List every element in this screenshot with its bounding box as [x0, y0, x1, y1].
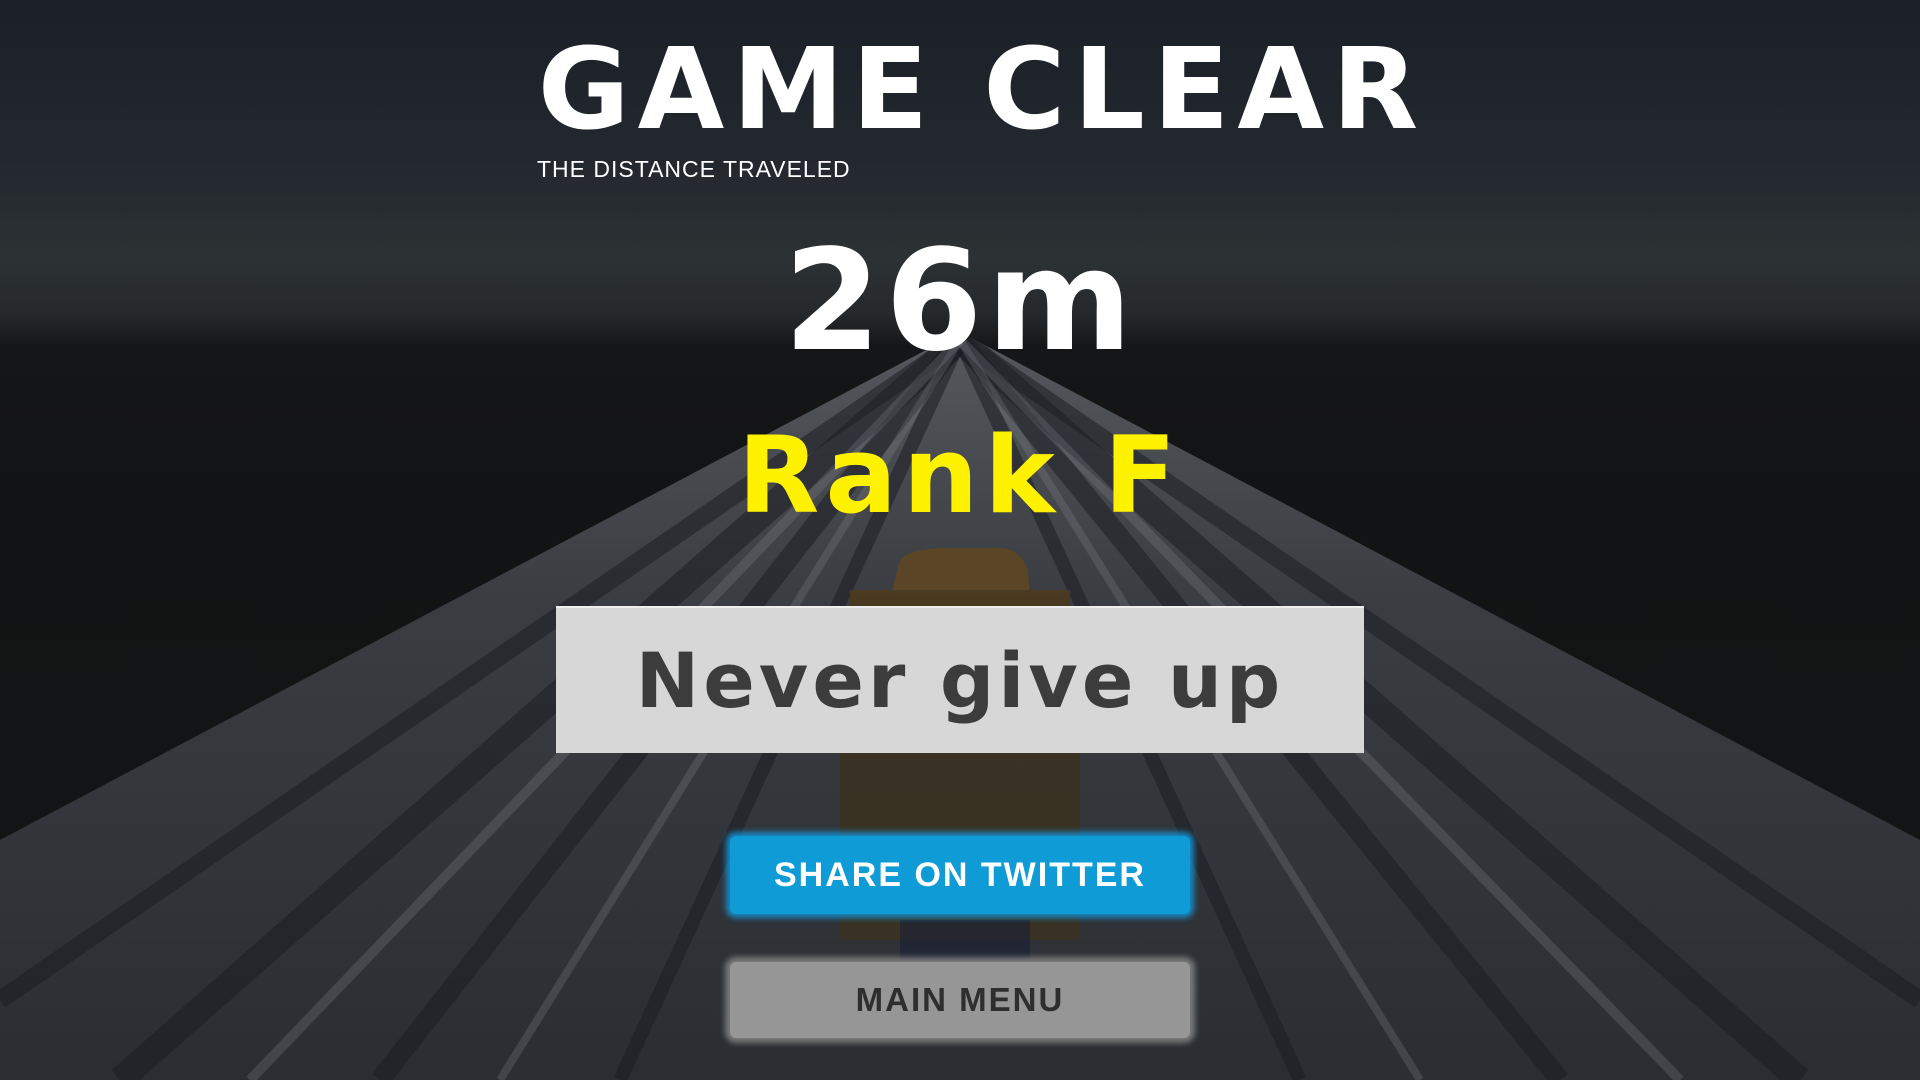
distance-traveled-label: THE DISTANCE TRAVELED	[537, 156, 851, 182]
background-scene	[0, 330, 1920, 1080]
rank-message-box: Never give up	[556, 606, 1364, 753]
rank-label: Rank F	[737, 414, 1183, 537]
main-menu-button-label: MAIN MENU	[855, 981, 1065, 1018]
distance-value: 26m	[783, 220, 1137, 383]
share-on-twitter-button[interactable]: SHARE ON TWITTER	[730, 836, 1190, 914]
rank-message: Never give up	[635, 636, 1285, 725]
game-clear-screen: GAME CLEAR THE DISTANCE TRAVELED 26m Ran…	[0, 0, 1920, 1080]
share-button-label: SHARE ON TWITTER	[774, 855, 1146, 894]
main-menu-button[interactable]: MAIN MENU	[730, 962, 1190, 1038]
game-clear-title: GAME CLEAR	[537, 25, 1427, 155]
